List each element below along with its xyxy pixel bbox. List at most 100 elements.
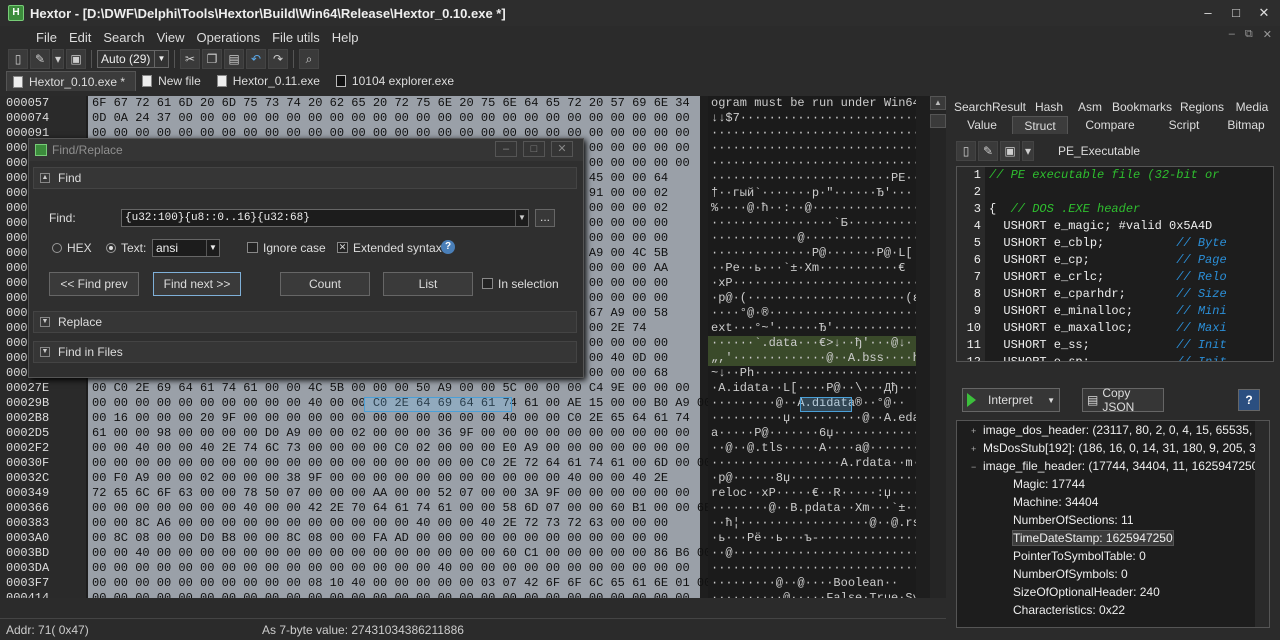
mdi-restore-icon[interactable]: ⧉ [1245, 28, 1253, 41]
text-row[interactable]: ································ [708, 156, 916, 171]
menu-help[interactable]: Help [326, 30, 365, 45]
hex-row[interactable]: 00 00 00 00 00 00 00 00 00 00 00 00 00 0… [88, 591, 700, 598]
tab-bitmap[interactable]: Bitmap [1216, 116, 1276, 134]
tab-search-result[interactable]: SearchResult [952, 98, 1028, 116]
text-radio[interactable] [106, 243, 116, 253]
scroll-up-icon[interactable]: ▲ [930, 96, 946, 110]
save-struct-icon[interactable]: ▣ [1000, 141, 1020, 161]
text-row[interactable]: ································ [708, 141, 916, 156]
code-line[interactable]: USHORT e_crlc; // Relo [989, 269, 1273, 286]
code-line[interactable]: USHORT e_sp; // Init [989, 354, 1273, 361]
text-row[interactable]: a·····P@·······6џ············· [708, 426, 916, 441]
find-icon[interactable]: ⌕ [299, 49, 319, 69]
list-button[interactable]: List [383, 272, 473, 296]
hex-row[interactable]: 0D 0A 24 37 00 00 00 00 00 00 00 00 00 0… [88, 111, 700, 126]
tree-node[interactable]: + MsDosStub[192]: (186, 16, 0, 14, 31, 18… [957, 439, 1269, 457]
code-line[interactable]: USHORT e_maxalloc; // Maxi [989, 320, 1273, 337]
tab-asm[interactable]: Asm [1070, 98, 1110, 116]
code-line[interactable] [989, 184, 1273, 201]
struct-dropdown-icon[interactable]: ▾ [1022, 141, 1034, 161]
find-in-files-section-header[interactable]: ▼ Find in Files [33, 341, 577, 363]
tree-expander-icon[interactable]: + [971, 440, 983, 458]
hex-row[interactable]: 00 F0 A9 00 00 02 00 00 00 38 9F 00 00 0… [88, 471, 700, 486]
tab-bookmarks[interactable]: Bookmarks [1110, 98, 1174, 116]
text-row[interactable]: ··Pe··ь···`±·Xm···········€ [708, 261, 916, 276]
dialog-maximize-button[interactable]: □ [523, 141, 545, 157]
expand-icon[interactable]: ▼ [40, 347, 50, 357]
code-line[interactable]: USHORT e_magic; #valid 0x5A4D [989, 218, 1273, 235]
interpret-button[interactable]: Interpret ▼ [962, 388, 1060, 412]
paste-icon[interactable]: ▤ [224, 49, 244, 69]
hex-row[interactable]: 00 00 00 00 00 00 00 00 00 00 00 00 00 0… [88, 456, 733, 471]
hex-row[interactable]: 00 00 00 00 00 00 00 40 00 00 42 2E 70 6… [88, 501, 733, 516]
open-struct-icon[interactable]: ✎ [978, 141, 998, 161]
tree-node[interactable]: Magic: 17744 [957, 475, 1269, 493]
undo-icon[interactable]: ↶ [246, 49, 266, 69]
mdi-close-icon[interactable]: ✕ [1263, 28, 1272, 41]
text-row[interactable]: ~↓··Ph························ [708, 366, 916, 381]
code-line[interactable]: USHORT e_minalloc; // Mini [989, 303, 1273, 320]
text-row[interactable]: ↓↓$7··························· [708, 111, 916, 126]
hex-scrollbar[interactable]: ▲ [930, 96, 946, 598]
hex-row[interactable]: 00 8C 08 00 00 D0 B8 00 00 8C 08 00 00 F… [88, 531, 700, 546]
replace-section-header[interactable]: ▼ Replace [33, 311, 577, 333]
text-column[interactable]: ogram must be run under Win64 ↓↓$7·······… [708, 96, 916, 598]
hex-row[interactable]: 00 00 00 00 00 00 00 00 00 00 08 10 40 0… [88, 576, 733, 591]
new-struct-icon[interactable]: ▯ [956, 141, 976, 161]
dialog-title-bar[interactable]: Find/Replace – □ ✕ [29, 139, 583, 161]
text-row[interactable]: ·A.idata··L[····P@··\···Дђ···· [708, 381, 916, 396]
menu-file-utils[interactable]: File utils [266, 30, 326, 45]
text-row[interactable]: ··@···························`Б······†¶ [708, 546, 916, 561]
open-file-icon[interactable]: ✎ [30, 49, 50, 69]
tab-script[interactable]: Script [1152, 116, 1216, 134]
ignore-case-checkbox[interactable] [247, 242, 258, 253]
text-row[interactable]: ext···°~'······Ђ'············· [708, 321, 916, 336]
tree-node[interactable]: Machine: 34404 [957, 493, 1269, 511]
menu-view[interactable]: View [151, 30, 191, 45]
find-next-button[interactable]: Find next >> [153, 272, 241, 296]
find-section-header[interactable]: ▲ Find [33, 167, 577, 189]
tree-node[interactable]: PointerToSymbolTable: 0 [957, 547, 1269, 565]
copy-json-button[interactable]: ▤ Copy JSON [1082, 386, 1164, 414]
menu-search[interactable]: Search [97, 30, 150, 45]
code-line[interactable]: USHORT e_ss; // Init [989, 337, 1273, 354]
text-row[interactable]: ··········џ··········@··A.edat [708, 411, 916, 426]
open-dropdown-icon[interactable]: ▾ [52, 49, 64, 69]
text-row[interactable]: „,'·············@··A.bss····h [708, 351, 916, 366]
code-line[interactable]: { // DOS .EXE header [989, 201, 1273, 218]
tree-node[interactable]: SizeOfOptionalHeader: 240 [957, 583, 1269, 601]
tree-node[interactable]: Characteristics: 0x22 [957, 601, 1269, 619]
hex-row[interactable]: 00 00 8C A6 00 00 00 00 00 00 00 00 00 0… [88, 516, 700, 531]
text-row[interactable]: †··гый`·······p·"······Ђ'··· [708, 186, 916, 201]
text-row[interactable]: ·········@··@····Boolean·· [708, 576, 916, 591]
hex-row[interactable]: 61 00 00 98 00 00 00 00 D0 A9 00 00 02 0… [88, 426, 700, 441]
menu-file[interactable]: File [30, 30, 63, 45]
text-row[interactable]: ································ [708, 126, 916, 141]
tab-regions[interactable]: Regions [1174, 98, 1230, 116]
menu-edit[interactable]: Edit [63, 30, 97, 45]
text-row[interactable]: ··············P@·······P@·L[ [708, 246, 916, 261]
find-input[interactable]: {u32:100}{u8::0..16}{u32:68} [121, 209, 529, 227]
dialog-minimize-button[interactable]: – [495, 141, 517, 157]
text-row[interactable]: ·p@·(······················(ε@·X [708, 291, 916, 306]
charset-select[interactable]: ansi ▼ [152, 239, 220, 257]
in-selection-checkbox[interactable] [482, 278, 493, 289]
hex-row[interactable]: 00 00 40 00 00 00 00 00 00 00 00 00 00 0… [88, 546, 733, 561]
tab-compare[interactable]: Compare [1068, 116, 1152, 134]
hex-radio[interactable] [52, 243, 62, 253]
scroll-thumb[interactable] [930, 114, 946, 128]
text-row[interactable]: reloc··xP·····€··R·····:џ······ [708, 486, 916, 501]
extended-syntax-checkbox[interactable]: ✕ [337, 242, 348, 253]
tree-scrollbar[interactable] [1255, 421, 1269, 627]
close-button[interactable]: ✕ [1252, 3, 1276, 23]
file-tab-hextor-010[interactable]: Hextor_0.10.exe * [6, 71, 137, 91]
mdi-minimize-icon[interactable]: – [1229, 28, 1235, 41]
text-row[interactable]: ·····························@····· [708, 561, 916, 576]
save-icon[interactable]: ▣ [66, 49, 86, 69]
struct-code[interactable]: // PE executable file (32-bit or { // DOS… [989, 167, 1273, 361]
text-row[interactable]: ··················A.rdata··m··· [708, 456, 916, 471]
struct-tree[interactable]: + image_dos_header: (23117, 80, 2, 0, 4, … [956, 420, 1270, 628]
find-prev-button[interactable]: << Find prev [49, 272, 139, 296]
cut-icon[interactable]: ✂ [180, 49, 200, 69]
chevron-down-icon[interactable]: ▼ [515, 210, 528, 226]
